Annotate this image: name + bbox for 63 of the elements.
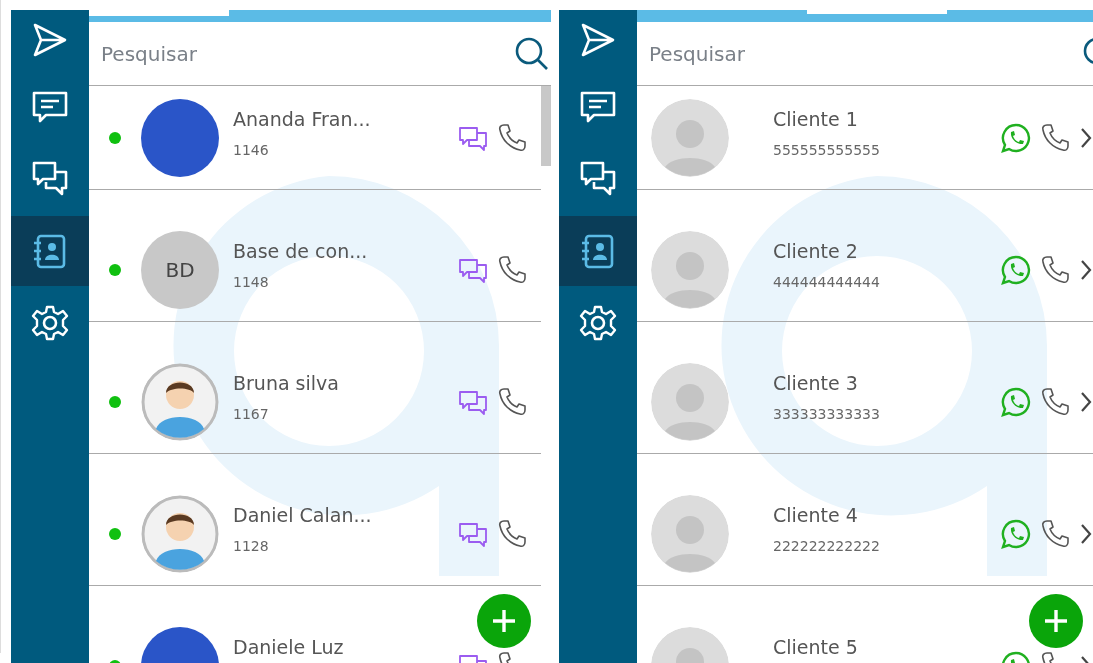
add-button[interactable] [1029,594,1083,648]
contact-name: Ananda Fran... [233,108,372,130]
chevron-right-icon[interactable] [1079,523,1093,545]
contact-number: 1148 [233,274,270,290]
send-icon [31,21,69,59]
contact-row[interactable]: BD Base de con... 1148 [89,190,541,322]
contact-name: Cliente 1 [773,108,859,130]
chat-bubbles-icon[interactable] [458,125,488,151]
contact-name: Cliente 3 [773,372,859,394]
settings-icon [31,304,69,342]
chat-bubbles-icon [579,160,617,198]
plus-icon [491,608,517,634]
phone-icon[interactable] [1040,387,1070,417]
contact-name: Cliente 5 [773,636,859,658]
search-field[interactable]: Pesquisar [647,40,1083,67]
chevron-right-icon[interactable] [1079,127,1093,149]
contact-number: 555555555555 [773,142,881,158]
contact-row[interactable]: Cliente 3 333333333333 [637,322,1093,454]
contact-name: Daniel Calan... [233,504,373,526]
chat-bubbles-icon [31,160,69,198]
settings-icon [579,304,617,342]
contact-name: Cliente 2 [773,240,859,262]
contact-row[interactable]: Cliente 4 222222222222 [637,454,1093,586]
search-field[interactable]: Pesquisar [99,40,515,67]
phone-icon[interactable] [497,123,527,153]
chat-bubbles-icon[interactable] [458,521,488,547]
nav-item[interactable] [11,216,89,286]
contact-row[interactable]: Cliente 2 444444444444 [637,190,1093,322]
phone-icon[interactable] [497,387,527,417]
contact-number: 333333333333 [773,406,881,422]
whatsapp-icon[interactable] [1001,519,1031,549]
contact-number: 444444444444 [773,274,881,290]
phone-icon[interactable] [1040,255,1070,285]
contact-number: 1146 [233,142,270,158]
add-button[interactable] [477,594,531,648]
contact-row[interactable]: Daniel Calan... 1128 [89,454,541,586]
avatar-initials: BD [141,231,219,309]
phone-icon[interactable] [1040,123,1070,153]
contact-row[interactable]: Cliente 1 555555555555 [637,86,1093,190]
phone-icon[interactable] [497,255,527,285]
chat-bubbles-icon[interactable] [458,257,488,283]
contact-row[interactable]: Ananda Fran... 1146 [89,86,541,190]
contact-number: 1167 [233,406,270,422]
contact-name: Bruna silva [233,372,340,394]
whatsapp-icon[interactable] [1001,255,1031,285]
phone-icon[interactable] [497,519,527,549]
chevron-right-icon[interactable] [1079,391,1093,413]
nav-item[interactable] [559,216,637,286]
chat-bubbles-icon[interactable] [458,389,488,415]
scrollbar-thumb[interactable] [541,86,551,166]
send-icon [579,21,617,59]
search-icon[interactable] [515,36,549,71]
plus-icon [1043,608,1069,634]
contact-name: Base de con... [233,240,369,262]
contact-number: 222222222222 [773,538,881,554]
whatsapp-icon[interactable] [1001,123,1031,153]
phone-icon[interactable] [1040,519,1070,549]
contact-number: 1128 [233,538,270,554]
contact-name: Cliente 4 [773,504,859,526]
contact-name: Daniele Luz [233,636,345,658]
contact-row[interactable]: Bruna silva 1167 [89,322,541,454]
whatsapp-icon[interactable] [1001,387,1031,417]
chevron-right-icon[interactable] [1079,259,1093,281]
